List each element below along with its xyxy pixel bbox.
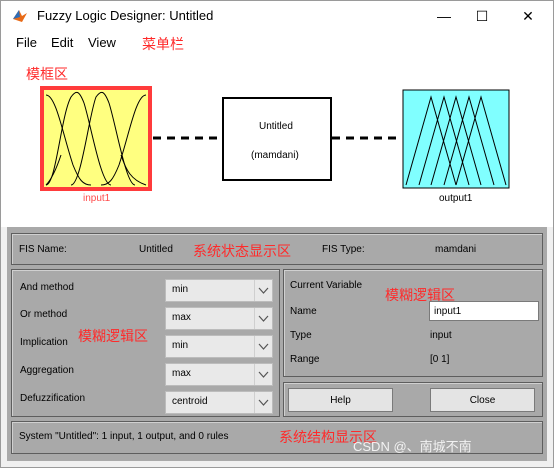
action-buttons-box: Help Close (283, 382, 543, 417)
fis-system-block (222, 97, 332, 181)
input-variable-label[interactable]: input1 (83, 193, 110, 204)
chevron-down-icon (254, 336, 269, 357)
menu-file[interactable]: File (16, 35, 37, 50)
menu-view[interactable]: View (88, 35, 116, 50)
maximize-icon: ☐ (475, 7, 489, 24)
current-variable-title: Current Variable (290, 280, 363, 291)
close-window-button[interactable]: ✕ (505, 1, 551, 31)
help-button[interactable]: Help (288, 388, 393, 412)
output-variable-label[interactable]: output1 (439, 193, 472, 204)
close-button[interactable]: Close (430, 388, 535, 412)
watermark-text: CSDN @、南城不南 (353, 439, 472, 454)
or-method-select[interactable]: max (165, 307, 273, 330)
defuzzification-value: centroid (172, 396, 208, 407)
matlab-app-icon (13, 10, 27, 22)
fis-type-value: mamdani (435, 244, 477, 255)
annotation-status: 系统状态显示区 (193, 243, 291, 259)
system-structure-box: System "Untitled": 1 input, 1 output, an… (11, 421, 543, 454)
fuzzy-logic-designer-window: Fuzzy Logic Designer: Untitled — ☐ ✕ Fil… (0, 0, 554, 468)
fis-name-label: FIS Name: (19, 244, 67, 255)
current-variable-box: Current Variable 模糊逻辑区 Name Type input R… (283, 269, 543, 377)
menu-bar: File Edit View 菜单栏 (1, 31, 553, 55)
aggregation-select[interactable]: max (165, 363, 273, 386)
and-method-label: And method (20, 282, 74, 293)
fis-status-box: FIS Name: Untitled 系统状态显示区 FIS Type: mam… (11, 233, 543, 265)
variable-name-input[interactable] (429, 301, 539, 321)
fis-diagram-area: 模框区 input1 Untitled (mamdani) output1 (1, 55, 553, 227)
fis-type-label: FIS Type: (322, 244, 365, 255)
chevron-down-icon (254, 392, 269, 413)
annotation-rules: 模糊逻辑区 (78, 328, 148, 344)
close-icon: ✕ (522, 7, 534, 24)
or-method-label: Or method (20, 309, 68, 320)
variable-name-label: Name (290, 306, 317, 317)
variable-range-label: Range (290, 354, 320, 365)
fis-name-value: Untitled (139, 244, 173, 255)
system-type-label: (mamdani) (251, 150, 299, 161)
variable-type-value: input (430, 330, 452, 341)
defuzzification-select[interactable]: centroid (165, 391, 273, 414)
window-title: Fuzzy Logic Designer: Untitled (37, 8, 214, 23)
methods-box: And method min Or method max Implication… (11, 269, 280, 417)
input-variable-block (40, 86, 152, 191)
implication-select[interactable]: min (165, 335, 273, 358)
maximize-button[interactable]: ☐ (459, 1, 505, 31)
and-method-select[interactable]: min (165, 279, 273, 302)
aggregation-label: Aggregation (20, 365, 74, 376)
implication-label: Implication (20, 337, 68, 348)
title-bar: Fuzzy Logic Designer: Untitled — ☐ ✕ (1, 1, 553, 31)
system-name-label: Untitled (259, 121, 293, 132)
menu-edit[interactable]: Edit (51, 35, 73, 50)
aggregation-value: max (172, 368, 191, 379)
chevron-down-icon (254, 308, 269, 329)
and-method-value: min (172, 284, 189, 295)
minimize-icon: — (437, 8, 451, 24)
or-method-value: max (172, 312, 191, 323)
fis-properties-panel: FIS Name: Untitled 系统状态显示区 FIS Type: mam… (7, 227, 547, 461)
implication-value: min (172, 340, 189, 351)
variable-type-label: Type (290, 330, 312, 341)
annotation-menubar: 菜单栏 (142, 36, 184, 52)
chevron-down-icon (254, 280, 269, 301)
defuzzification-label: Defuzzification (20, 393, 86, 404)
variable-range-value: [0 1] (430, 354, 450, 365)
chevron-down-icon (254, 364, 269, 385)
system-status-text: System "Untitled": 1 input, 1 output, an… (19, 431, 229, 442)
